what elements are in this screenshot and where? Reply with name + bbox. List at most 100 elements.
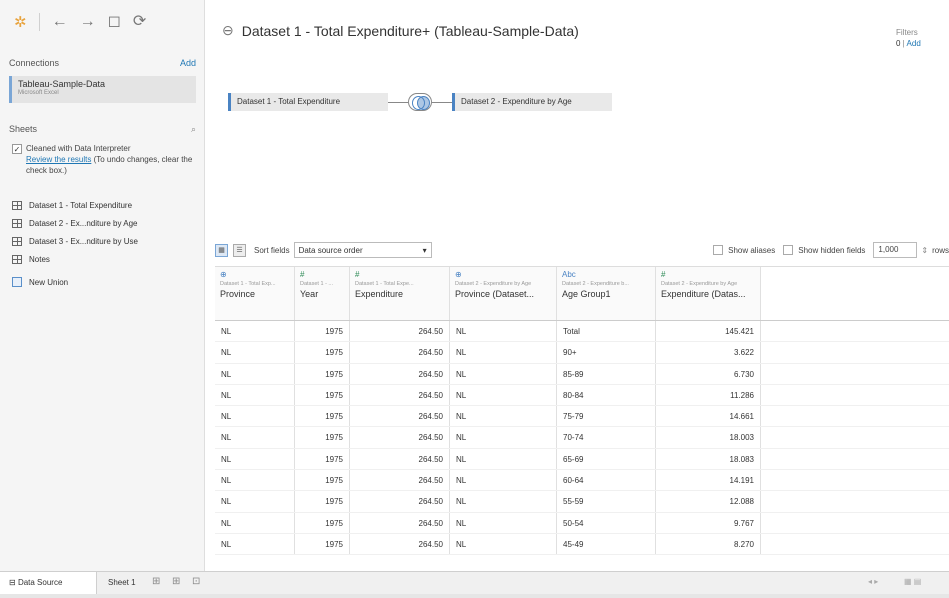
table-cell[interactable]: 1975 xyxy=(295,321,350,342)
table-cell[interactable]: NL xyxy=(215,512,295,533)
rows-input[interactable]: 1,000 xyxy=(873,242,918,258)
show-aliases-toggle[interactable]: Show aliases xyxy=(713,245,775,255)
table-cell[interactable]: NL xyxy=(215,427,295,448)
show-aliases-checkbox[interactable] xyxy=(713,245,724,255)
table-cell[interactable]: NL xyxy=(450,491,557,512)
interpreter-checkbox[interactable]: ✓ xyxy=(12,144,22,154)
column-header-age-group[interactable]: Abc Dataset 2 - Expenditure b... Age Gro… xyxy=(557,267,656,320)
column-header-expenditure-dataset[interactable]: # Dataset 2 - Expenditure by Age Expendi… xyxy=(656,267,761,320)
table-cell[interactable]: NL xyxy=(450,512,557,533)
table-cell[interactable]: NL xyxy=(450,427,557,448)
sheet-item-dataset-3[interactable]: Dataset 3 - Ex...nditure by Use xyxy=(12,232,197,250)
table-cell[interactable]: 80-84 xyxy=(557,384,656,406)
sheet-item-dataset-2[interactable]: Dataset 2 - Ex...nditure by Age xyxy=(12,214,197,232)
table-cell[interactable]: 6.730 xyxy=(656,363,761,384)
new-union-item[interactable]: New Union xyxy=(12,277,68,287)
connection-item[interactable]: Tableau-Sample-Data Microsoft Excel xyxy=(9,76,196,103)
new-story-icon[interactable]: ⊡ xyxy=(192,576,200,587)
sort-fields-select[interactable]: Data source order ▾ xyxy=(293,242,432,258)
join-icon[interactable] xyxy=(408,93,432,111)
new-worksheet-icon[interactable]: ⊞ xyxy=(152,576,160,587)
table-cell[interactable]: NL xyxy=(215,533,295,555)
column-header-expenditure[interactable]: # Dataset 1 - Total Expe... Expenditure xyxy=(350,267,450,320)
table-cell[interactable]: 18.003 xyxy=(656,427,761,448)
table-cell[interactable]: NL xyxy=(215,342,295,363)
number-type-icon[interactable]: # xyxy=(661,270,755,280)
table-cell[interactable]: NL xyxy=(450,384,557,406)
add-filter-link[interactable]: Add xyxy=(907,39,921,48)
table-cell[interactable]: 264.50 xyxy=(350,427,450,448)
table-cell[interactable]: 65-69 xyxy=(557,448,656,470)
geo-type-icon[interactable]: ⊕ xyxy=(220,270,289,280)
table-cell[interactable]: 11.286 xyxy=(656,384,761,406)
table-cell[interactable]: NL xyxy=(450,321,557,342)
table-cell[interactable]: NL xyxy=(215,470,295,491)
table-cell[interactable]: NL xyxy=(215,491,295,512)
table-cell[interactable]: NL xyxy=(215,448,295,470)
sheet-item-notes[interactable]: Notes xyxy=(12,250,197,268)
table-cell[interactable]: NL xyxy=(215,384,295,406)
column-header-province-dataset[interactable]: ⊕ Dataset 2 - Expenditure by Age Provinc… xyxy=(450,267,557,320)
tab-sheet-1[interactable]: Sheet 1 xyxy=(99,572,145,594)
table-cell[interactable]: 1975 xyxy=(295,470,350,491)
table-cell[interactable]: NL xyxy=(450,533,557,555)
tableau-logo-icon[interactable]: ✲ xyxy=(14,15,27,30)
column-header-province[interactable]: ⊕ Dataset 1 - Total Exp... Province xyxy=(215,267,295,320)
table-cell[interactable]: NL xyxy=(450,406,557,427)
rows-stepper-icon[interactable]: ⇕ xyxy=(921,246,928,255)
show-hidden-checkbox[interactable] xyxy=(783,245,794,255)
table-cell[interactable]: 60-64 xyxy=(557,470,656,491)
table-cell[interactable]: 14.191 xyxy=(656,470,761,491)
table-cell[interactable]: 264.50 xyxy=(350,342,450,363)
table-cell[interactable]: 9.767 xyxy=(656,512,761,533)
tab-data-source[interactable]: ⊟ Data Source xyxy=(0,572,97,594)
table-cell[interactable]: 1975 xyxy=(295,427,350,448)
table-cell[interactable]: 3.622 xyxy=(656,342,761,363)
forward-icon[interactable]: → xyxy=(80,14,96,30)
table-cell[interactable]: 1975 xyxy=(295,533,350,555)
table-cell[interactable]: 14.661 xyxy=(656,406,761,427)
page-nav-icon[interactable]: ◂ ▸ xyxy=(868,577,878,586)
table-cell[interactable]: 264.50 xyxy=(350,384,450,406)
table-cell[interactable]: 85-89 xyxy=(557,363,656,384)
table-cell[interactable]: 264.50 xyxy=(350,448,450,470)
search-icon[interactable]: ⌕ xyxy=(191,124,196,135)
table-cell[interactable]: 264.50 xyxy=(350,406,450,427)
list-view-button[interactable]: ☰ xyxy=(233,243,246,257)
table-cell[interactable]: NL xyxy=(215,406,295,427)
number-type-icon[interactable]: # xyxy=(300,270,344,280)
table-cell[interactable]: 145.421 xyxy=(656,321,761,342)
table-cell[interactable]: 1975 xyxy=(295,512,350,533)
table-cell[interactable]: 1975 xyxy=(295,384,350,406)
table-cell[interactable]: 1975 xyxy=(295,342,350,363)
review-results-link[interactable]: Review the results xyxy=(26,155,91,164)
table-cell[interactable]: 264.50 xyxy=(350,363,450,384)
string-type-icon[interactable]: Abc xyxy=(562,270,650,280)
table-cell[interactable]: 70-74 xyxy=(557,427,656,448)
column-header-year[interactable]: # Dataset 1 - ... Year xyxy=(295,267,350,320)
table-cell[interactable]: NL xyxy=(215,363,295,384)
table-cell[interactable]: 264.50 xyxy=(350,533,450,555)
save-icon[interactable]: ◻ xyxy=(108,14,121,30)
view-toggle-icon[interactable]: ▦ ▤ xyxy=(904,577,921,586)
number-type-icon[interactable]: # xyxy=(355,270,444,280)
refresh-icon[interactable]: ⟳ xyxy=(133,14,146,30)
table-cell[interactable]: NL xyxy=(450,363,557,384)
new-dashboard-icon[interactable]: ⊞ xyxy=(172,576,180,587)
table-cell[interactable]: 1975 xyxy=(295,406,350,427)
grid-view-button[interactable]: ▦ xyxy=(215,243,228,257)
table-cell[interactable]: 55-59 xyxy=(557,491,656,512)
table-cell[interactable]: 8.270 xyxy=(656,533,761,555)
table-cell[interactable]: NL xyxy=(450,342,557,363)
table-cell[interactable]: 45-49 xyxy=(557,533,656,555)
right-table-pill[interactable]: Dataset 2 - Expenditure by Age xyxy=(452,93,612,111)
geo-type-icon[interactable]: ⊕ xyxy=(455,270,551,280)
sheet-item-dataset-1[interactable]: Dataset 1 - Total Expenditure xyxy=(12,196,197,214)
back-icon[interactable]: ← xyxy=(52,14,68,30)
table-cell[interactable]: NL xyxy=(450,470,557,491)
left-table-pill[interactable]: Dataset 1 - Total Expenditure xyxy=(228,93,388,111)
table-cell[interactable]: 1975 xyxy=(295,491,350,512)
table-cell[interactable]: Total xyxy=(557,321,656,342)
table-cell[interactable]: 75-79 xyxy=(557,406,656,427)
table-cell[interactable]: 264.50 xyxy=(350,512,450,533)
